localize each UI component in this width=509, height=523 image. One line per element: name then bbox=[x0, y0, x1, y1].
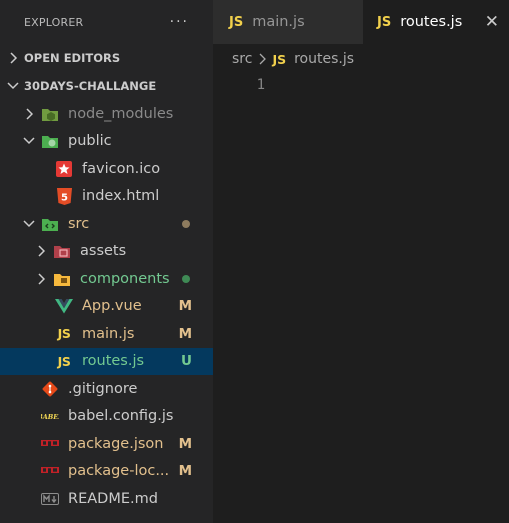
tree-item-node-modules[interactable]: node_modules bbox=[0, 100, 213, 128]
breadcrumb-file[interactable]: routes.js bbox=[294, 51, 354, 67]
tree-item-components[interactable]: components bbox=[0, 265, 213, 293]
chevron-right-icon bbox=[35, 273, 47, 285]
tree-label: README.md bbox=[68, 490, 158, 507]
tree-item-package-lock[interactable]: package-loc... M bbox=[0, 458, 213, 486]
vue-file-icon bbox=[55, 297, 73, 315]
breadcrumb-folder[interactable]: src bbox=[232, 51, 252, 67]
star-file-icon bbox=[55, 160, 73, 178]
tree-label: assets bbox=[80, 243, 127, 260]
git-status-badge: M bbox=[178, 325, 192, 342]
tree-label: public bbox=[68, 133, 112, 150]
tree-item-readme[interactable]: README.md bbox=[0, 485, 213, 513]
close-icon[interactable]: ✕ bbox=[485, 12, 499, 32]
tree-item-index-html[interactable]: 5 index.html bbox=[0, 183, 213, 211]
git-status-badge: M bbox=[178, 298, 192, 315]
tree-label: .gitignore bbox=[68, 380, 138, 397]
chevron-down-icon bbox=[23, 137, 35, 145]
html5-file-icon: 5 bbox=[55, 187, 73, 205]
chevron-right-icon bbox=[35, 245, 47, 257]
tree-item-package-json[interactable]: package.json M bbox=[0, 430, 213, 458]
svg-text:BABEL: BABEL bbox=[41, 413, 59, 421]
chevron-right-icon bbox=[6, 52, 20, 64]
assets-folder-icon bbox=[53, 242, 71, 260]
tab-label: routes.js bbox=[400, 14, 463, 30]
open-editors-section[interactable]: OPEN EDITORS bbox=[0, 44, 213, 72]
npm-file-icon bbox=[41, 435, 59, 453]
chevron-right-icon bbox=[23, 108, 35, 120]
tree-label: components bbox=[80, 270, 170, 287]
tree-item-assets[interactable]: assets bbox=[0, 238, 213, 266]
code-line[interactable]: 1 bbox=[213, 74, 509, 96]
git-status-badge: M bbox=[178, 435, 192, 452]
editor-pane[interactable]: src JS routes.js 1 bbox=[213, 44, 509, 523]
tree-item-routes-js[interactable]: JS routes.js U bbox=[0, 347, 213, 375]
tree-item-src[interactable]: src bbox=[0, 210, 213, 238]
breadcrumb: src JS routes.js bbox=[213, 44, 509, 74]
tree-item-app-vue[interactable]: App.vue M bbox=[0, 293, 213, 321]
tree-label: favicon.ico bbox=[82, 160, 161, 177]
tree-label: node_modules bbox=[68, 105, 174, 122]
tree-item-gitignore[interactable]: .gitignore bbox=[0, 375, 213, 403]
tree-label: App.vue bbox=[82, 298, 142, 315]
project-label: 30DAYS-CHALLANGE bbox=[24, 79, 157, 93]
tab-routes-js[interactable]: JS routes.js ✕ bbox=[363, 0, 509, 44]
tab-main-js[interactable]: JS main.js bbox=[213, 0, 363, 44]
tree-label: package.json bbox=[68, 435, 164, 452]
markdown-file-icon bbox=[41, 490, 59, 508]
chevron-down-icon bbox=[23, 220, 35, 228]
public-folder-icon bbox=[41, 132, 59, 150]
modified-dot bbox=[182, 219, 190, 228]
untracked-dot bbox=[182, 274, 190, 283]
javascript-file-icon: JS bbox=[272, 51, 287, 67]
javascript-file-icon: JS bbox=[57, 326, 71, 342]
tab-label: main.js bbox=[252, 14, 305, 30]
tree-item-babel-config[interactable]: BABEL babel.config.js bbox=[0, 403, 213, 431]
tree-label: package-loc... bbox=[68, 463, 170, 480]
tree-item-main-js[interactable]: JS main.js M bbox=[0, 320, 213, 348]
editor-tabs: JS main.js JS routes.js ✕ bbox=[213, 0, 509, 44]
chevron-right-icon bbox=[258, 53, 267, 65]
line-number: 1 bbox=[256, 77, 265, 93]
tree-item-favicon[interactable]: favicon.ico bbox=[0, 155, 213, 183]
tree-label: main.js bbox=[82, 325, 135, 342]
svg-text:5: 5 bbox=[61, 192, 68, 203]
open-editors-label: OPEN EDITORS bbox=[24, 51, 121, 65]
npm-file-icon bbox=[41, 462, 59, 480]
javascript-file-icon: JS bbox=[57, 353, 71, 369]
babel-file-icon: BABEL bbox=[41, 407, 59, 425]
components-folder-icon bbox=[53, 270, 71, 288]
chevron-down-icon bbox=[6, 81, 20, 91]
git-file-icon bbox=[41, 380, 59, 398]
javascript-file-icon: JS bbox=[377, 14, 392, 30]
tree-label: routes.js bbox=[82, 353, 145, 370]
src-folder-icon bbox=[41, 215, 59, 233]
more-actions-icon[interactable]: ··· bbox=[170, 14, 189, 30]
project-section[interactable]: 30DAYS-CHALLANGE bbox=[0, 72, 213, 100]
explorer-sidebar: EXPLORER ··· OPEN EDITORS 30DAYS-CHALLAN… bbox=[0, 0, 213, 523]
tree-item-public[interactable]: public bbox=[0, 128, 213, 156]
git-status-badge: U bbox=[181, 353, 192, 370]
tree-label: index.html bbox=[82, 188, 160, 205]
git-status-badge: M bbox=[178, 463, 192, 480]
javascript-file-icon: JS bbox=[229, 14, 244, 30]
explorer-header: EXPLORER ··· bbox=[0, 0, 213, 44]
tree-label: babel.config.js bbox=[68, 408, 174, 425]
node-folder-icon bbox=[41, 105, 59, 123]
explorer-title: EXPLORER bbox=[24, 15, 84, 29]
tree-label: src bbox=[68, 215, 90, 232]
